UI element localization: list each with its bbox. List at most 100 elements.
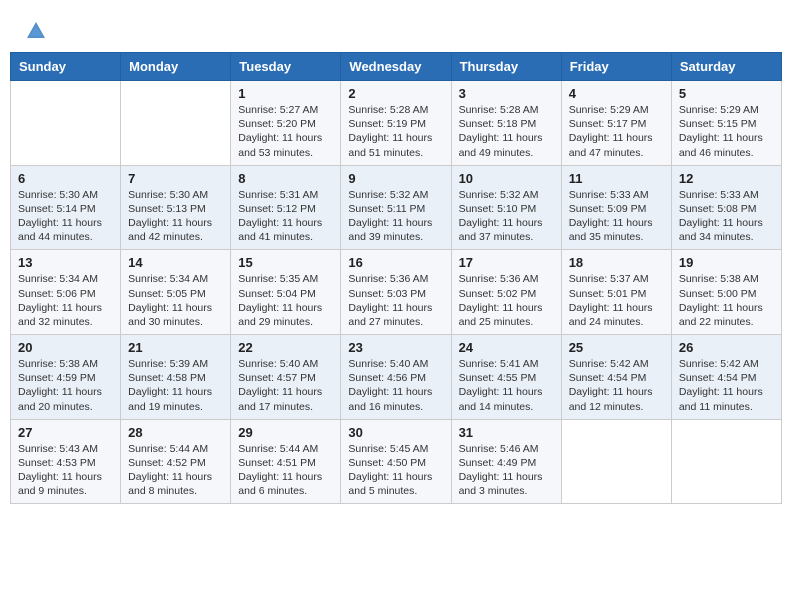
day-number: 27: [18, 425, 113, 440]
page-header: [10, 10, 782, 47]
calendar-cell: 13 Sunrise: 5:34 AMSunset: 5:06 PMDayligh…: [11, 250, 121, 335]
day-number: 12: [679, 171, 774, 186]
cell-info: Sunrise: 5:33 AMSunset: 5:09 PMDaylight:…: [569, 188, 664, 245]
cell-info: Sunrise: 5:34 AMSunset: 5:06 PMDaylight:…: [18, 272, 113, 329]
day-number: 22: [238, 340, 333, 355]
day-number: 5: [679, 86, 774, 101]
day-number: 11: [569, 171, 664, 186]
calendar-cell: 25Sunrise: 5:42 AMSunset: 4:54 PMDayligh…: [561, 335, 671, 420]
calendar-cell: 7 Sunrise: 5:30 AMSunset: 5:13 PMDaylight…: [121, 165, 231, 250]
day-number: 15: [238, 255, 333, 270]
cell-info: Sunrise: 5:27 AMSunset: 5:20 PMDaylight:…: [238, 103, 333, 160]
week-row-2: 6Sunrise: 5:30 AMSunset: 5:14 PMDaylight…: [11, 165, 782, 250]
calendar-cell: 2Sunrise: 5:28 AMSunset: 5:19 PMDaylight…: [341, 81, 451, 166]
day-number: 2: [348, 86, 443, 101]
calendar-cell: 29 Sunrise: 5:44 AMSunset: 4:51 PMDayligh…: [231, 419, 341, 504]
day-number: 18: [569, 255, 664, 270]
cell-info: Sunrise: 5:30 AMSunset: 5:13 PMDaylight:…: [128, 188, 223, 245]
week-row-5: 27 Sunrise: 5:43 AMSunset: 4:53 PMDayligh…: [11, 419, 782, 504]
weekday-header-tuesday: Tuesday: [231, 53, 341, 81]
cell-info: Sunrise: 5:43 AMSunset: 4:53 PMDaylight:…: [18, 442, 113, 499]
cell-info: Sunrise: 5:42 AMSunset: 4:54 PMDaylight:…: [679, 357, 774, 414]
weekday-header-friday: Friday: [561, 53, 671, 81]
logo: [25, 20, 51, 42]
calendar-cell: 28 Sunrise: 5:44 AMSunset: 4:52 PMDayligh…: [121, 419, 231, 504]
day-number: 14: [128, 255, 223, 270]
day-number: 26: [679, 340, 774, 355]
cell-info: Sunrise: 5:36 AMSunset: 5:03 PMDaylight:…: [348, 272, 443, 329]
day-number: 28: [128, 425, 223, 440]
cell-info: Sunrise: 5:40 AMSunset: 4:56 PMDaylight:…: [348, 357, 443, 414]
day-number: 13: [18, 255, 113, 270]
calendar-cell: 5 Sunrise: 5:29 AMSunset: 5:15 PMDaylight…: [671, 81, 781, 166]
weekday-header-sunday: Sunday: [11, 53, 121, 81]
day-number: 21: [128, 340, 223, 355]
cell-info: Sunrise: 5:29 AMSunset: 5:17 PMDaylight:…: [569, 103, 664, 160]
week-row-3: 13 Sunrise: 5:34 AMSunset: 5:06 PMDayligh…: [11, 250, 782, 335]
calendar-cell: 27 Sunrise: 5:43 AMSunset: 4:53 PMDayligh…: [11, 419, 121, 504]
calendar-cell: 10Sunrise: 5:32 AMSunset: 5:10 PMDayligh…: [451, 165, 561, 250]
weekday-header-saturday: Saturday: [671, 53, 781, 81]
calendar-cell: 4 Sunrise: 5:29 AMSunset: 5:17 PMDaylight…: [561, 81, 671, 166]
cell-info: Sunrise: 5:44 AMSunset: 4:52 PMDaylight:…: [128, 442, 223, 499]
day-number: 19: [679, 255, 774, 270]
cell-info: Sunrise: 5:34 AMSunset: 5:05 PMDaylight:…: [128, 272, 223, 329]
calendar-cell: 18 Sunrise: 5:37 AMSunset: 5:01 PMDayligh…: [561, 250, 671, 335]
calendar-cell: 8 Sunrise: 5:31 AMSunset: 5:12 PMDaylight…: [231, 165, 341, 250]
cell-info: Sunrise: 5:32 AMSunset: 5:11 PMDaylight:…: [348, 188, 443, 245]
calendar-cell: 12 Sunrise: 5:33 AMSunset: 5:08 PMDayligh…: [671, 165, 781, 250]
calendar-cell: [121, 81, 231, 166]
day-number: 24: [459, 340, 554, 355]
calendar-cell: 21 Sunrise: 5:39 AMSunset: 4:58 PMDayligh…: [121, 335, 231, 420]
cell-info: Sunrise: 5:32 AMSunset: 5:10 PMDaylight:…: [459, 188, 554, 245]
cell-info: Sunrise: 5:29 AMSunset: 5:15 PMDaylight:…: [679, 103, 774, 160]
day-number: 17: [459, 255, 554, 270]
week-row-4: 20Sunrise: 5:38 AMSunset: 4:59 PMDayligh…: [11, 335, 782, 420]
cell-info: Sunrise: 5:35 AMSunset: 5:04 PMDaylight:…: [238, 272, 333, 329]
calendar-cell: 26 Sunrise: 5:42 AMSunset: 4:54 PMDayligh…: [671, 335, 781, 420]
day-number: 30: [348, 425, 443, 440]
day-number: 23: [348, 340, 443, 355]
weekday-header-monday: Monday: [121, 53, 231, 81]
day-number: 8: [238, 171, 333, 186]
cell-info: Sunrise: 5:33 AMSunset: 5:08 PMDaylight:…: [679, 188, 774, 245]
cell-info: Sunrise: 5:45 AMSunset: 4:50 PMDaylight:…: [348, 442, 443, 499]
calendar-cell: 3Sunrise: 5:28 AMSunset: 5:18 PMDaylight…: [451, 81, 561, 166]
day-number: 29: [238, 425, 333, 440]
calendar-cell: 30 Sunrise: 5:45 AMSunset: 4:50 PMDayligh…: [341, 419, 451, 504]
calendar-table: SundayMondayTuesdayWednesdayThursdayFrid…: [10, 52, 782, 504]
cell-info: Sunrise: 5:44 AMSunset: 4:51 PMDaylight:…: [238, 442, 333, 499]
cell-info: Sunrise: 5:39 AMSunset: 4:58 PMDaylight:…: [128, 357, 223, 414]
day-number: 4: [569, 86, 664, 101]
cell-info: Sunrise: 5:28 AMSunset: 5:18 PMDaylight:…: [459, 103, 554, 160]
week-row-1: 1 Sunrise: 5:27 AMSunset: 5:20 PMDaylight…: [11, 81, 782, 166]
day-number: 31: [459, 425, 554, 440]
calendar-cell: [11, 81, 121, 166]
calendar-cell: 16 Sunrise: 5:36 AMSunset: 5:03 PMDayligh…: [341, 250, 451, 335]
day-number: 25: [569, 340, 664, 355]
day-number: 16: [348, 255, 443, 270]
cell-info: Sunrise: 5:30 AMSunset: 5:14 PMDaylight:…: [18, 188, 113, 245]
calendar-cell: 17 Sunrise: 5:36 AMSunset: 5:02 PMDayligh…: [451, 250, 561, 335]
weekday-header-wednesday: Wednesday: [341, 53, 451, 81]
day-number: 1: [238, 86, 333, 101]
cell-info: Sunrise: 5:37 AMSunset: 5:01 PMDaylight:…: [569, 272, 664, 329]
day-number: 7: [128, 171, 223, 186]
cell-info: Sunrise: 5:40 AMSunset: 4:57 PMDaylight:…: [238, 357, 333, 414]
calendar-cell: 24 Sunrise: 5:41 AMSunset: 4:55 PMDayligh…: [451, 335, 561, 420]
cell-info: Sunrise: 5:36 AMSunset: 5:02 PMDaylight:…: [459, 272, 554, 329]
calendar-cell: 31Sunrise: 5:46 AMSunset: 4:49 PMDayligh…: [451, 419, 561, 504]
calendar-cell: 11 Sunrise: 5:33 AMSunset: 5:09 PMDayligh…: [561, 165, 671, 250]
calendar-cell: [671, 419, 781, 504]
calendar-cell: 19 Sunrise: 5:38 AMSunset: 5:00 PMDayligh…: [671, 250, 781, 335]
calendar-cell: 14 Sunrise: 5:34 AMSunset: 5:05 PMDayligh…: [121, 250, 231, 335]
cell-info: Sunrise: 5:41 AMSunset: 4:55 PMDaylight:…: [459, 357, 554, 414]
calendar-cell: 15 Sunrise: 5:35 AMSunset: 5:04 PMDayligh…: [231, 250, 341, 335]
cell-info: Sunrise: 5:31 AMSunset: 5:12 PMDaylight:…: [238, 188, 333, 245]
calendar-cell: 1 Sunrise: 5:27 AMSunset: 5:20 PMDaylight…: [231, 81, 341, 166]
calendar-cell: 6Sunrise: 5:30 AMSunset: 5:14 PMDaylight…: [11, 165, 121, 250]
logo-icon: [25, 20, 47, 42]
calendar-cell: 23 Sunrise: 5:40 AMSunset: 4:56 PMDayligh…: [341, 335, 451, 420]
day-number: 9: [348, 171, 443, 186]
cell-info: Sunrise: 5:38 AMSunset: 5:00 PMDaylight:…: [679, 272, 774, 329]
